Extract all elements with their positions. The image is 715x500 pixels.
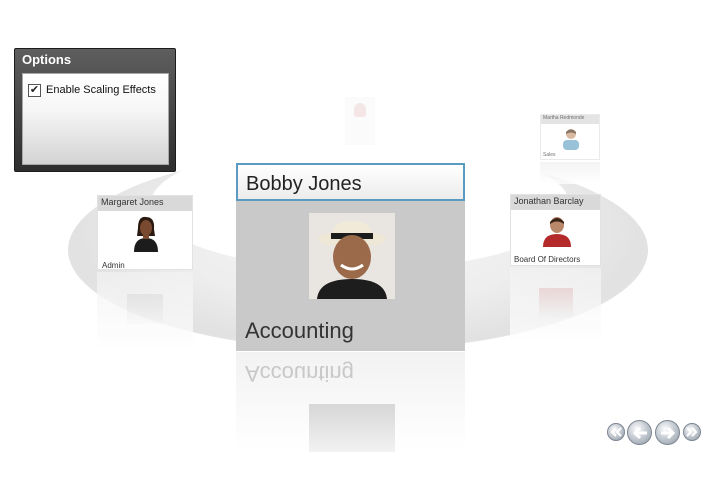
left-card[interactable]: Margaret Jones Admin bbox=[97, 195, 193, 270]
left-card-name: Margaret Jones bbox=[98, 196, 192, 211]
last-button[interactable] bbox=[683, 423, 701, 441]
selected-card-reflection-photo bbox=[309, 404, 395, 452]
back-right-card-dept: Sales bbox=[543, 152, 556, 158]
selected-card-reflection-text: Accounting bbox=[245, 361, 354, 386]
options-panel: Options ✔ Enable Scaling Effects bbox=[14, 48, 176, 172]
right-card[interactable]: Jonathan Barclay Board Of Directors bbox=[510, 194, 601, 266]
arrow-left-icon bbox=[632, 426, 647, 439]
scaling-effects-checkbox[interactable]: ✔ bbox=[28, 84, 41, 97]
selected-card-name: Bobby Jones bbox=[236, 163, 465, 201]
first-button[interactable] bbox=[607, 423, 625, 441]
back-center-card[interactable] bbox=[345, 97, 375, 145]
selected-card-reflection: Accounting bbox=[236, 352, 465, 452]
double-chevron-right-icon bbox=[686, 427, 698, 437]
selected-card-dept: Accounting bbox=[245, 318, 354, 343]
right-card-reflection bbox=[510, 268, 601, 342]
options-body: ✔ Enable Scaling Effects bbox=[22, 73, 169, 165]
arrow-right-icon bbox=[660, 426, 675, 439]
back-right-card-name: Martha Redmonde bbox=[541, 115, 599, 124]
next-button[interactable] bbox=[655, 420, 680, 445]
right-card-dept: Board Of Directors bbox=[514, 255, 581, 264]
back-center-photo bbox=[354, 103, 366, 117]
scaling-effects-label[interactable]: Enable Scaling Effects bbox=[46, 84, 156, 96]
back-right-card-reflection bbox=[540, 162, 600, 184]
left-card-photo bbox=[128, 214, 164, 252]
left-card-reflection bbox=[97, 272, 193, 350]
selected-card[interactable]: Bobby Jones Accounting bbox=[236, 163, 465, 351]
options-title: Options bbox=[22, 52, 72, 67]
back-right-card[interactable]: Martha Redmonde Sales bbox=[540, 114, 600, 160]
selected-card-photo bbox=[309, 213, 395, 299]
left-card-dept: Admin bbox=[102, 261, 125, 270]
double-chevron-left-icon bbox=[610, 427, 622, 437]
right-card-name: Jonathan Barclay bbox=[511, 195, 600, 210]
back-right-card-photo bbox=[563, 129, 579, 150]
previous-button[interactable] bbox=[627, 420, 652, 445]
right-card-photo bbox=[540, 213, 574, 247]
